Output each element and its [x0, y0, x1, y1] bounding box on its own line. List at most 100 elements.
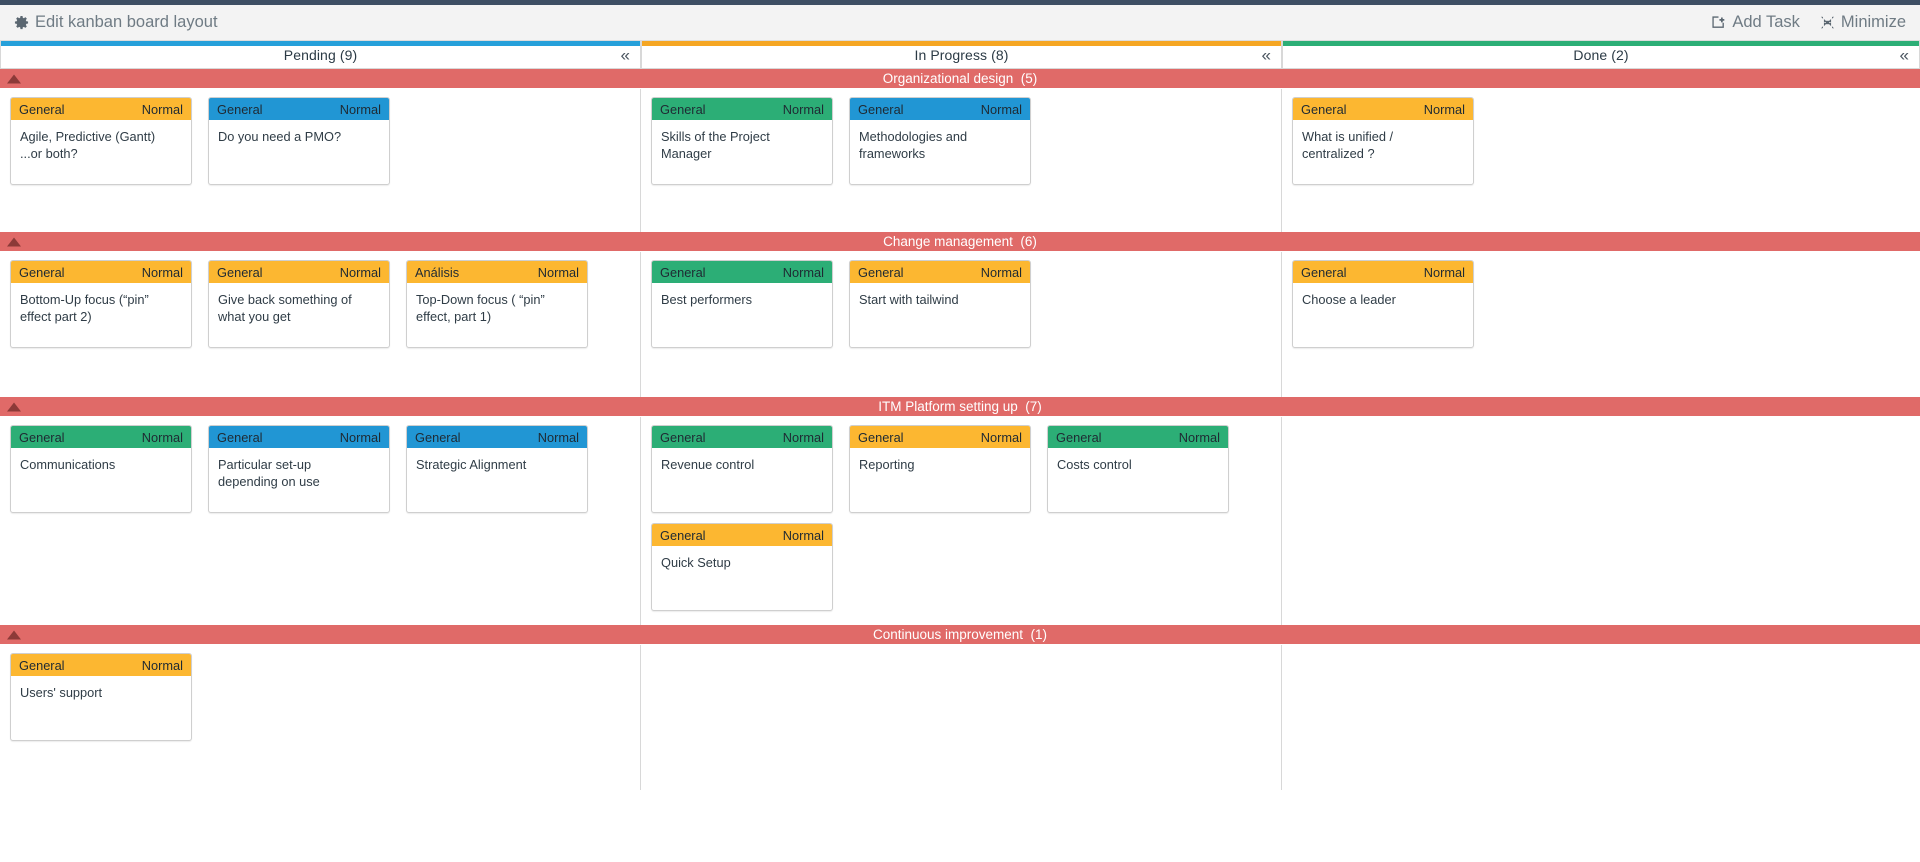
column-header-3[interactable]: Done (2) « — [1282, 41, 1920, 69]
task-card-title: Methodologies and frameworks — [859, 129, 968, 161]
task-card[interactable]: General Normal Skills of the Project Manag… — [651, 97, 833, 185]
swimlane-cell[interactable] — [1282, 417, 1920, 625]
task-category-label: General — [19, 429, 65, 445]
swimlane-cell[interactable]: General Normal What is unified / centraliz… — [1282, 89, 1920, 232]
column-collapse-button[interactable]: « — [621, 46, 630, 63]
task-card-header: General Normal — [209, 98, 389, 120]
task-card-title: Bottom-Up focus (“pin” effect part 2) — [20, 292, 149, 324]
task-card-header: General Normal — [11, 426, 191, 448]
swimlane-collapse-caret-icon[interactable] — [7, 630, 21, 639]
task-card[interactable]: General Normal Bottom-Up focus (“pin” effe… — [10, 260, 192, 348]
task-card-title: Particular set-up depending on use — [218, 457, 320, 489]
column-title: Pending (9) — [283, 46, 358, 63]
task-priority-label: Normal — [1423, 101, 1465, 117]
task-card-title: Costs control — [1057, 457, 1132, 472]
swimlane-title: Change management (6) — [883, 234, 1037, 249]
task-card-title: What is unified / centralized ? — [1302, 129, 1394, 161]
task-card[interactable]: General Normal Agile, Predictive (Gantt) .… — [10, 97, 192, 185]
swimlane-title: ITM Platform setting up (7) — [878, 399, 1042, 414]
task-card[interactable]: General Normal What is unified / centraliz… — [1292, 97, 1474, 185]
task-card[interactable]: General Normal Do you need a PMO? — [208, 97, 390, 185]
edit-kanban-board-layout-button[interactable]: Edit kanban board layout — [14, 13, 218, 32]
task-card-header: General Normal — [209, 426, 389, 448]
swimlane-header[interactable]: Change management (6) — [0, 232, 1920, 252]
column-header-2[interactable]: In Progress (8) « — [641, 41, 1282, 69]
task-card-title: Strategic Alignment — [416, 457, 527, 472]
task-priority-label: Normal — [782, 101, 824, 117]
task-card-title: Choose a leader — [1302, 292, 1396, 307]
swimlane-body: General Normal Users' support — [0, 645, 1920, 790]
column-header-1[interactable]: Pending (9) « — [0, 41, 641, 69]
toolbar-left-group: Edit kanban board layout — [14, 13, 218, 32]
swimlane-cell[interactable]: General Normal Best performers General Norma… — [641, 252, 1282, 397]
swimlane-collapse-caret-icon[interactable] — [7, 74, 21, 83]
task-priority-label: Normal — [537, 264, 579, 280]
task-card[interactable]: General Normal Strategic Alignment — [406, 425, 588, 513]
task-category-label: General — [415, 429, 461, 445]
swimlane-title: Organizational design (5) — [882, 71, 1038, 86]
toolbar-right-group: Add Task Minimize — [1711, 13, 1906, 32]
task-priority-label: Normal — [980, 429, 1022, 445]
task-card-header: General Normal — [11, 654, 191, 676]
task-card[interactable]: General Normal Methodologies and framework… — [849, 97, 1031, 185]
swimlane-header[interactable]: Organizational design (5) — [0, 69, 1920, 89]
swimlane-cell[interactable]: General Normal Skills of the Project Manag… — [641, 89, 1282, 232]
minimize-label: Minimize — [1840, 13, 1906, 31]
swimlane: ITM Platform setting up (7) General Normal… — [0, 397, 1920, 625]
toolbar: Edit kanban board layout Add Task Minimi… — [0, 5, 1920, 41]
column-title: Done (2) — [1573, 46, 1629, 63]
task-card[interactable]: General Normal Choose a leader — [1292, 260, 1474, 348]
task-priority-label: Normal — [1423, 264, 1465, 280]
swimlane-cell[interactable]: General Normal Users' support — [0, 645, 641, 790]
swimlane-cell[interactable]: General Normal Choose a leader — [1282, 252, 1920, 397]
task-card-header: General Normal — [652, 261, 832, 283]
task-card-title: Start with tailwind — [859, 292, 959, 307]
task-card-header: General Normal — [1293, 261, 1473, 283]
task-category-label: General — [1056, 429, 1102, 445]
task-category-label: General — [19, 264, 65, 280]
task-card-header: General Normal — [1293, 98, 1473, 120]
swimlane-cell[interactable]: General Normal Revenue control General Norma… — [641, 417, 1282, 625]
swimlane-cell[interactable]: General Normal Bottom-Up focus (“pin” effe… — [0, 252, 641, 397]
task-card[interactable]: General Normal Users' support — [10, 653, 192, 741]
swimlane-collapse-caret-icon[interactable] — [7, 402, 21, 411]
swimlane-cell[interactable] — [641, 645, 1282, 790]
task-card[interactable]: Análisis Normal Top-Down focus ( “pin” eff… — [406, 260, 588, 348]
add-task-button[interactable]: Add Task — [1711, 13, 1800, 32]
task-priority-label: Normal — [339, 101, 381, 117]
swimlane-collapse-caret-icon[interactable] — [7, 237, 21, 246]
task-card-header: Análisis Normal — [407, 261, 587, 283]
task-priority-label: Normal — [537, 429, 579, 445]
task-card-title: Best performers — [661, 292, 753, 307]
task-card[interactable]: General Normal Reporting — [849, 425, 1031, 513]
task-card-header: General Normal — [652, 426, 832, 448]
gear-icon — [14, 15, 29, 30]
task-card[interactable]: General Normal Particular set-up depending… — [208, 425, 390, 513]
task-card-title: Revenue control — [661, 457, 755, 472]
swimlane-header[interactable]: ITM Platform setting up (7) — [0, 397, 1920, 417]
swimlane-header[interactable]: Continuous improvement (1) — [0, 625, 1920, 645]
task-card-header: General Normal — [850, 426, 1030, 448]
task-card[interactable]: General Normal Revenue control — [651, 425, 833, 513]
column-collapse-button[interactable]: « — [1900, 46, 1909, 63]
swimlane-body: General Normal Agile, Predictive (Gantt) .… — [0, 89, 1920, 232]
swimlane-body: General Normal Bottom-Up focus (“pin” effe… — [0, 252, 1920, 397]
swimlane-cell[interactable]: General Normal Agile, Predictive (Gantt) .… — [0, 89, 641, 232]
task-card[interactable]: General Normal Costs control — [1047, 425, 1229, 513]
task-card[interactable]: General Normal Give back something of what… — [208, 260, 390, 348]
task-card[interactable]: General Normal Communications — [10, 425, 192, 513]
task-card-header: General Normal — [652, 524, 832, 546]
task-card[interactable]: General Normal Start with tailwind — [849, 260, 1031, 348]
task-card[interactable]: General Normal Best performers — [651, 260, 833, 348]
task-card-title: Give back something of what you get — [218, 292, 352, 324]
column-collapse-button[interactable]: « — [1262, 46, 1271, 63]
minimize-button[interactable]: Minimize — [1820, 13, 1906, 32]
task-category-label: General — [19, 657, 65, 673]
swimlane: Continuous improvement (1) General Normal U… — [0, 625, 1920, 790]
swimlane-cell[interactable]: General Normal Communications General Normal… — [0, 417, 641, 625]
task-card[interactable]: General Normal Quick Setup — [651, 523, 833, 611]
task-card-header: General Normal — [407, 426, 587, 448]
swimlane-cell[interactable] — [1282, 645, 1920, 790]
task-card-title: Do you need a PMO? — [218, 129, 342, 144]
column-title: In Progress (8) — [914, 46, 1009, 63]
